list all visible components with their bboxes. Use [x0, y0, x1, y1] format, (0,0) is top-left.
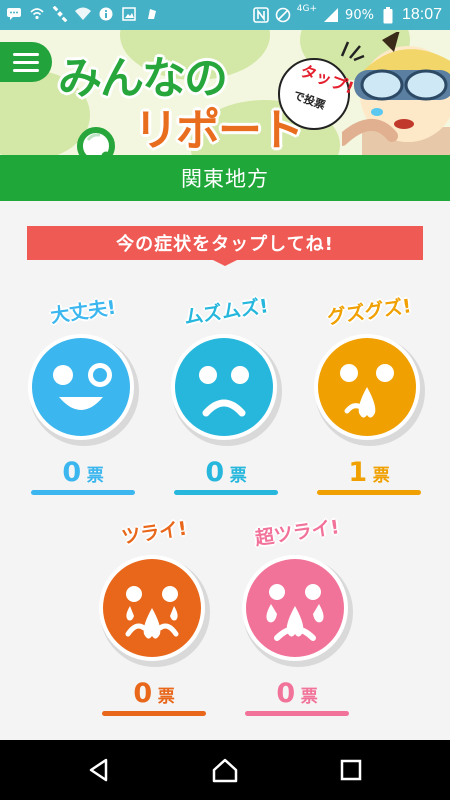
- vote-count-number: 1: [348, 457, 368, 488]
- symptom-label: 超ツライ!: [253, 516, 341, 550]
- back-icon[interactable]: [84, 755, 114, 785]
- signal-icon: [323, 7, 339, 23]
- vote-count: 1 票: [309, 457, 429, 488]
- smile-face-icon[interactable]: [23, 327, 143, 447]
- app-banner: みんなの リポート タップ! で投票: [0, 30, 450, 155]
- recent-apps-icon[interactable]: [336, 755, 366, 785]
- status-bar: 4G+ 90% 18:07: [0, 0, 450, 30]
- symptom-label: ムズムズ!: [182, 295, 270, 329]
- battery-level: 90%: [345, 7, 374, 23]
- vote-unit: 票: [157, 687, 175, 707]
- network-type: 4G+: [296, 4, 318, 14]
- instruction-text: 今の症状をタップしてね!: [116, 234, 334, 255]
- image-icon: [121, 6, 137, 22]
- message-icon: [6, 6, 22, 22]
- symptom-fine[interactable]: 大丈夫! 0 票: [23, 297, 143, 512]
- magnifier-icon: [77, 127, 115, 155]
- wifi-calling-icon: [29, 6, 45, 22]
- symptom-label: ツライ!: [120, 517, 189, 549]
- navigation-bar: [0, 740, 450, 800]
- count-underline: [31, 490, 135, 495]
- frown-face-icon[interactable]: [166, 327, 286, 447]
- satellite-icon: [52, 6, 68, 22]
- vote-count-number: 0: [62, 457, 82, 488]
- info-icon: [98, 6, 114, 22]
- clock: 18:07: [401, 6, 442, 23]
- mute-icon: [275, 7, 291, 23]
- notification-icons: [6, 6, 160, 22]
- wifi-icon: [75, 6, 91, 22]
- very-crying-face-icon[interactable]: [237, 548, 357, 668]
- vote-unit: 票: [300, 687, 318, 707]
- battery-icon: [380, 6, 396, 23]
- hamburger-line: [13, 60, 39, 64]
- mascot-character-icon: [342, 32, 450, 155]
- logo-title-line2: リポート: [134, 105, 304, 155]
- crying-face-icon[interactable]: [94, 548, 214, 668]
- count-underline: [174, 490, 278, 495]
- vote-count-number: 0: [133, 678, 153, 709]
- vote-count-number: 0: [276, 678, 296, 709]
- symptom-label: グズグズ!: [325, 295, 413, 329]
- status-indicators: 4G+ 90% 18:07: [252, 0, 442, 30]
- vote-count: 0 票: [23, 457, 143, 488]
- hamburger-line: [13, 68, 39, 72]
- nfc-icon: [252, 7, 269, 23]
- count-underline: [102, 711, 206, 716]
- region-title: 関東地方: [0, 155, 450, 201]
- vote-unit: 票: [86, 466, 104, 486]
- hamburger-line: [13, 52, 39, 56]
- symptom-sniffly[interactable]: グズグズ! 1 票: [309, 295, 429, 512]
- vote-count: 0 票: [94, 678, 214, 709]
- vote-count: 0 票: [237, 678, 357, 709]
- symptom-label: 大丈夫!: [49, 296, 118, 328]
- runny-nose-face-icon[interactable]: [309, 327, 429, 447]
- menu-button[interactable]: [0, 42, 52, 82]
- vote-unit: 票: [229, 466, 247, 486]
- vote-unit: 票: [372, 466, 390, 486]
- symptom-painful[interactable]: ツライ! 0 票: [94, 518, 214, 733]
- symptom-very-painful[interactable]: 超ツライ! 0 票: [237, 516, 357, 733]
- vote-count-number: 0: [205, 457, 225, 488]
- app-notification-icon: [144, 6, 160, 22]
- vote-count: 0 票: [166, 457, 286, 488]
- count-underline: [317, 490, 421, 495]
- symptom-itchy[interactable]: ムズムズ! 0 票: [166, 295, 286, 512]
- count-underline: [245, 711, 349, 716]
- home-icon[interactable]: [210, 755, 240, 785]
